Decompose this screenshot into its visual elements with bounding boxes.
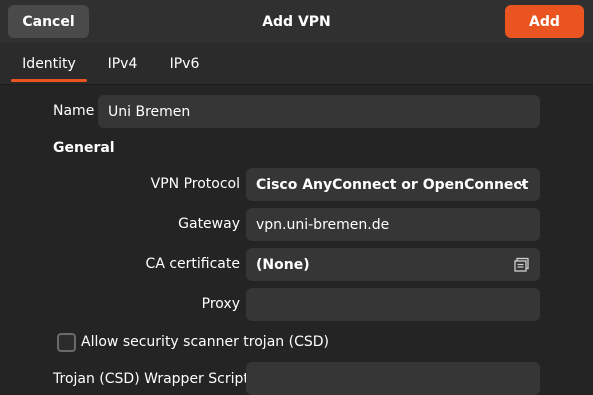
tab-ipv4-label: IPv4 <box>107 56 138 72</box>
ca-certificate-label: CA certificate <box>145 256 240 272</box>
ca-certificate-chooser[interactable]: (None) <box>246 248 540 281</box>
csd-checkbox[interactable] <box>57 333 76 352</box>
file-chooser-icon <box>514 257 529 272</box>
csd-wrapper-field[interactable] <box>246 362 540 395</box>
proxy-field[interactable] <box>246 288 540 321</box>
vpn-protocol-label: VPN Protocol <box>150 176 240 192</box>
header-bar: Cancel Add VPN Add <box>0 0 593 43</box>
active-tab-indicator <box>11 79 87 82</box>
tab-identity-label: Identity <box>22 56 76 72</box>
gateway-label: Gateway <box>178 216 240 232</box>
vpn-protocol-dropdown[interactable]: Cisco AnyConnect or OpenConnect <box>246 168 540 201</box>
name-label: Name <box>53 103 95 119</box>
tab-ipv6-label: IPv6 <box>169 56 200 72</box>
tab-bar: Identity IPv4 IPv6 <box>0 43 593 85</box>
ca-certificate-value: (None) <box>256 256 310 273</box>
tab-identity[interactable]: Identity <box>11 43 87 85</box>
section-general-heading: General <box>53 140 115 156</box>
proxy-label: Proxy <box>201 296 240 312</box>
chevron-down-icon <box>517 181 526 187</box>
gateway-field[interactable]: vpn.uni-bremen.de <box>246 208 540 241</box>
add-button[interactable]: Add <box>505 5 584 38</box>
identity-form: Name Uni Bremen General VPN Protocol Cis… <box>0 85 593 395</box>
tab-ipv6[interactable]: IPv6 <box>160 43 209 85</box>
name-field[interactable]: Uni Bremen <box>98 95 540 128</box>
csd-checkbox-label[interactable]: Allow security scanner trojan (CSD) <box>81 334 329 350</box>
cancel-button[interactable]: Cancel <box>8 5 89 38</box>
vpn-protocol-value: Cisco AnyConnect or OpenConnect <box>256 176 529 193</box>
csd-wrapper-label: Trojan (CSD) Wrapper Script <box>53 371 249 387</box>
tab-ipv4[interactable]: IPv4 <box>98 43 147 85</box>
